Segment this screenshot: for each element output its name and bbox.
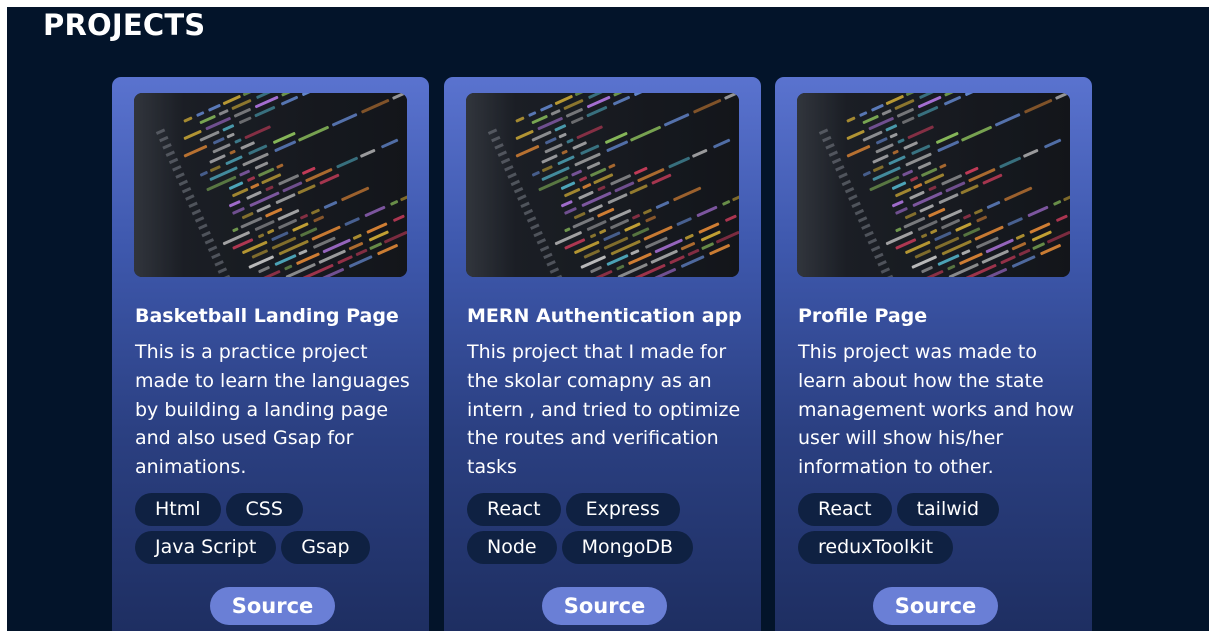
- project-description: This is a practice project made to learn…: [135, 341, 410, 479]
- code-screen-image: [466, 93, 739, 277]
- projects-section: PROJECTS Basketball Landing Page This is…: [7, 7, 1209, 631]
- tech-tag: Express: [565, 493, 680, 526]
- tech-tag: MongoDB: [561, 531, 694, 564]
- project-card: MERN Authentication app This project tha…: [444, 77, 761, 631]
- code-screen-image: [797, 93, 1070, 277]
- project-title: MERN Authentication app: [467, 305, 742, 327]
- project-description: This project that I made for the skolar …: [467, 341, 741, 479]
- project-thumbnail: [797, 93, 1070, 277]
- tech-tag: Html: [135, 493, 221, 526]
- tech-tag: React: [467, 493, 561, 526]
- tech-tag-list: Html CSS Java Script Gsap: [135, 493, 420, 564]
- source-button[interactable]: Source: [542, 587, 667, 625]
- tech-tag: reduxToolkit: [798, 531, 954, 564]
- project-thumbnail: [134, 93, 407, 277]
- tech-tag-list: React Express Node MongoDB: [467, 493, 752, 564]
- project-thumbnail: [466, 93, 739, 277]
- project-description: This project was made to learn about how…: [798, 341, 1075, 479]
- project-title: Profile Page: [798, 305, 928, 327]
- project-card: Basketball Landing Page This is a practi…: [112, 77, 429, 631]
- tech-tag-list: React tailwid reduxToolkit: [798, 493, 1083, 564]
- source-button[interactable]: Source: [873, 587, 998, 625]
- section-title: PROJECTS: [43, 8, 206, 42]
- tech-tag: Node: [467, 531, 557, 564]
- project-card: Profile Page This project was made to le…: [775, 77, 1092, 631]
- source-button[interactable]: Source: [210, 587, 335, 625]
- project-title: Basketball Landing Page: [135, 305, 399, 327]
- code-screen-image: [134, 93, 407, 277]
- tech-tag: Gsap: [281, 531, 370, 564]
- tech-tag: React: [798, 493, 892, 526]
- tech-tag: tailwid: [896, 493, 1000, 526]
- tech-tag: CSS: [225, 493, 303, 526]
- tech-tag: Java Script: [135, 531, 277, 564]
